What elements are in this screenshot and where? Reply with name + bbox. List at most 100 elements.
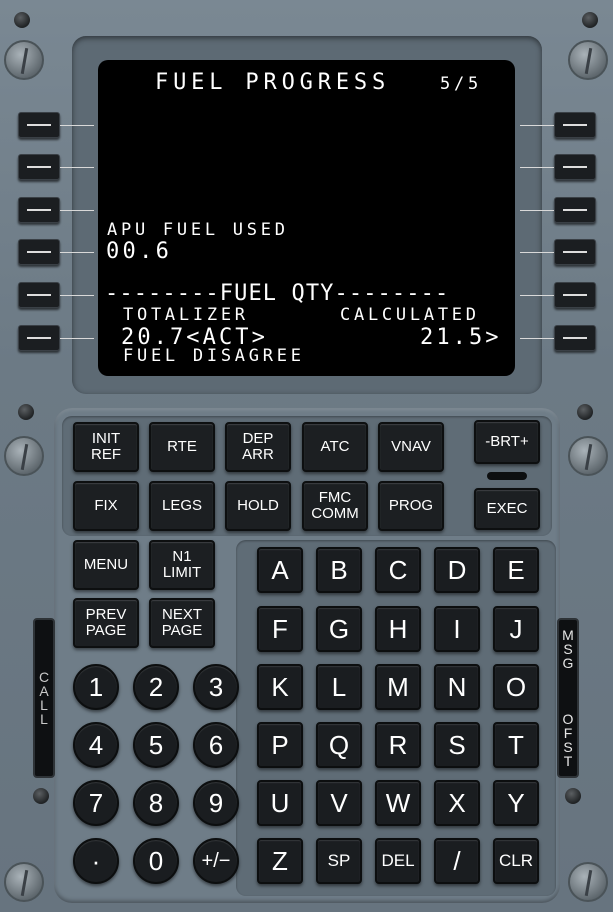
call-letter: L	[40, 697, 48, 713]
panel-screw-icon	[4, 862, 44, 902]
key-i[interactable]: I	[434, 606, 480, 652]
key-n[interactable]: N	[434, 664, 480, 710]
key-q[interactable]: Q	[316, 722, 362, 768]
next-page-key[interactable]: NEXT PAGE	[149, 598, 215, 648]
key-b[interactable]: B	[316, 547, 362, 593]
key-p[interactable]: P	[257, 722, 303, 768]
legs-key[interactable]: LEGS	[149, 481, 215, 531]
exec-key[interactable]: EXEC	[474, 488, 540, 530]
key-a[interactable]: A	[257, 547, 303, 593]
key-1[interactable]: 1	[73, 664, 119, 710]
screw-icon	[577, 404, 593, 420]
panel-screw-icon	[568, 862, 608, 902]
key-d[interactable]: D	[434, 547, 480, 593]
rte-key[interactable]: RTE	[149, 422, 215, 472]
key-u[interactable]: U	[257, 780, 303, 826]
lsk-1l[interactable]	[18, 112, 60, 138]
screw-icon	[14, 12, 30, 28]
msg-ofst-annunciator: M S G O F S T	[557, 618, 579, 778]
delete-key[interactable]: DEL	[375, 838, 421, 884]
key-t[interactable]: T	[493, 722, 539, 768]
key-h[interactable]: H	[375, 606, 421, 652]
screw-icon	[18, 404, 34, 420]
key-k[interactable]: K	[257, 664, 303, 710]
lsk-guide-line	[520, 167, 554, 168]
init-ref-key[interactable]: INIT REF	[73, 422, 139, 472]
msg-letter: G	[562, 655, 574, 671]
fuel-qty-header: --------FUEL QTY--------	[105, 281, 450, 306]
page-title: FUEL PROGRESS	[155, 70, 391, 95]
lsk-2l[interactable]	[18, 154, 60, 180]
key-2[interactable]: 2	[133, 664, 179, 710]
key-f[interactable]: F	[257, 606, 303, 652]
key-7[interactable]: 7	[73, 780, 119, 826]
key-3[interactable]: 3	[193, 664, 239, 710]
key-4[interactable]: 4	[73, 722, 119, 768]
panel-screw-icon	[4, 40, 44, 80]
hold-key[interactable]: HOLD	[225, 481, 291, 531]
lsk-2r[interactable]	[554, 154, 596, 180]
key-e[interactable]: E	[493, 547, 539, 593]
call-letter: C	[38, 669, 50, 685]
key-x[interactable]: X	[434, 780, 480, 826]
lsk-guide-line	[520, 210, 554, 211]
apu-fuel-used-label: APU FUEL USED	[107, 220, 289, 240]
key-c[interactable]: C	[375, 547, 421, 593]
lsk-3r[interactable]	[554, 197, 596, 223]
ofst-letter: F	[563, 725, 573, 741]
space-key[interactable]: SP	[316, 838, 362, 884]
lsk-4r[interactable]	[554, 239, 596, 265]
calculated-label: CALCULATED	[340, 305, 480, 325]
fmc-comm-key[interactable]: FMC COMM	[302, 481, 368, 531]
lsk-4l[interactable]	[18, 239, 60, 265]
clear-key[interactable]: CLR	[493, 838, 539, 884]
lsk-6l[interactable]	[18, 325, 60, 351]
plus-minus-key[interactable]: +/−	[193, 838, 239, 884]
ofst-letter: T	[563, 753, 573, 769]
lsk-guide-line	[520, 338, 554, 339]
totalizer-label: TOTALIZER	[123, 305, 249, 325]
key-o[interactable]: O	[493, 664, 539, 710]
prog-key[interactable]: PROG	[378, 481, 444, 531]
key-w[interactable]: W	[375, 780, 421, 826]
lsk-guide-line	[60, 167, 94, 168]
decimal-key[interactable]: ·	[73, 838, 119, 884]
key-8[interactable]: 8	[133, 780, 179, 826]
dep-arr-key[interactable]: DEP ARR	[225, 422, 291, 472]
key-r[interactable]: R	[375, 722, 421, 768]
lsk-6r[interactable]	[554, 325, 596, 351]
call-annunciator: C A L L	[33, 618, 55, 778]
key-y[interactable]: Y	[493, 780, 539, 826]
key-0[interactable]: 0	[133, 838, 179, 884]
ofst-annunciator: O F S T	[563, 712, 574, 768]
key-m[interactable]: M	[375, 664, 421, 710]
lsk-3l[interactable]	[18, 197, 60, 223]
lsk-guide-line	[60, 338, 94, 339]
key-5[interactable]: 5	[133, 722, 179, 768]
n1-limit-key[interactable]: N1 LIMIT	[149, 540, 215, 590]
key-z[interactable]: Z	[257, 838, 303, 884]
call-letter: L	[40, 711, 48, 727]
menu-key[interactable]: MENU	[73, 540, 139, 590]
fix-key[interactable]: FIX	[73, 481, 139, 531]
atc-key[interactable]: ATC	[302, 422, 368, 472]
lsk-1r[interactable]	[554, 112, 596, 138]
screw-icon	[33, 788, 49, 804]
key-v[interactable]: V	[316, 780, 362, 826]
key-6[interactable]: 6	[193, 722, 239, 768]
slash-key[interactable]: /	[434, 838, 480, 884]
vnav-key[interactable]: VNAV	[378, 422, 444, 472]
ofst-letter: O	[562, 711, 574, 727]
panel-screw-icon	[4, 436, 44, 476]
key-g[interactable]: G	[316, 606, 362, 652]
key-s[interactable]: S	[434, 722, 480, 768]
msg-letter: M	[562, 627, 574, 643]
lsk-5l[interactable]	[18, 282, 60, 308]
ofst-letter: S	[563, 739, 573, 755]
key-9[interactable]: 9	[193, 780, 239, 826]
prev-page-key[interactable]: PREV PAGE	[73, 598, 139, 648]
key-j[interactable]: J	[493, 606, 539, 652]
brightness-key[interactable]: -BRT+	[474, 420, 540, 464]
lsk-5r[interactable]	[554, 282, 596, 308]
key-l[interactable]: L	[316, 664, 362, 710]
